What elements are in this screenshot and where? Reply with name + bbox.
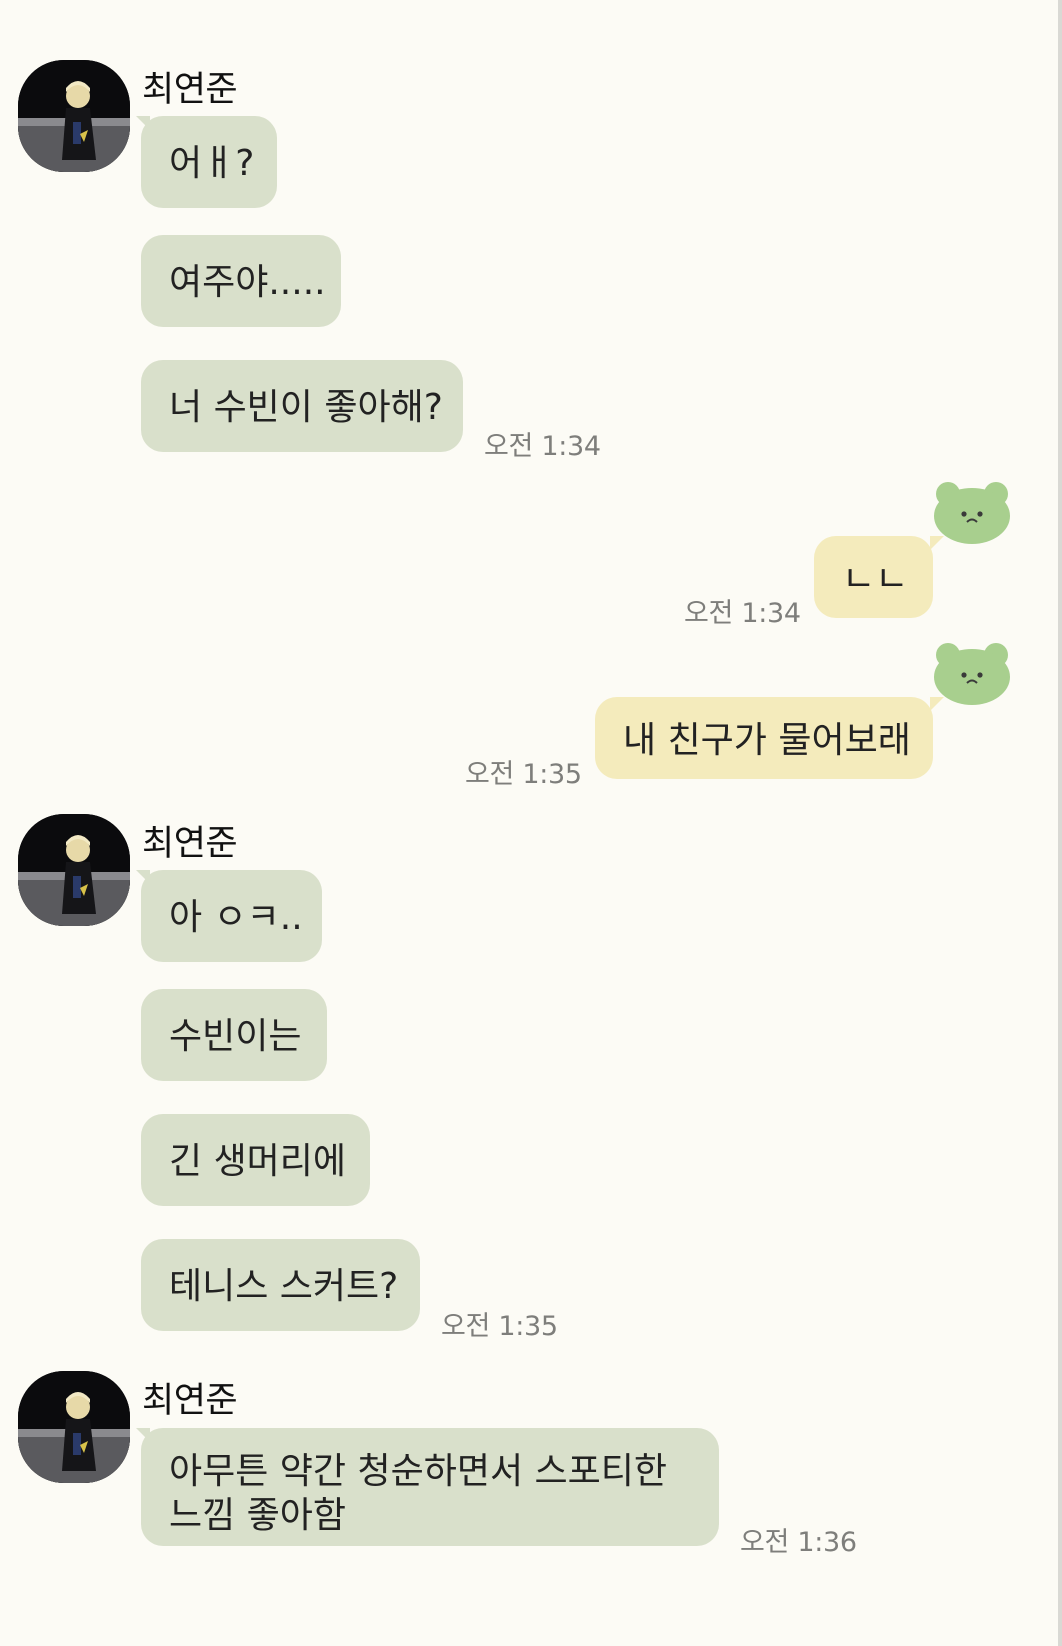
- avatar[interactable]: [18, 814, 130, 926]
- profile-photo: [18, 60, 130, 172]
- bubble-tail: [930, 697, 944, 711]
- message-timestamp: 오전 1:36: [740, 1527, 857, 1558]
- message-timestamp: 오전 1:35: [441, 1311, 558, 1342]
- message-timestamp: 오전 1:35: [465, 759, 582, 790]
- sender-name: 최연준: [142, 1381, 238, 1421]
- green-bear-icon[interactable]: [932, 641, 1012, 707]
- profile-photo: [18, 1371, 130, 1483]
- message-bubble[interactable]: 내 친구가 물어보래: [595, 697, 933, 779]
- message-bubble[interactable]: 긴 생머리에: [141, 1114, 370, 1206]
- message-bubble[interactable]: 아 ㅇㅋ..: [141, 870, 322, 962]
- message-bubble[interactable]: 테니스 스커트?: [141, 1239, 420, 1331]
- message-bubble[interactable]: 어ㅐ?: [141, 116, 277, 208]
- bubble-tail: [930, 536, 944, 550]
- message-bubble[interactable]: 여주야.....: [141, 235, 341, 327]
- message-timestamp: 오전 1:34: [484, 431, 601, 462]
- message-timestamp: 오전 1:34: [684, 598, 801, 629]
- message-bubble[interactable]: 수빈이는: [141, 989, 327, 1081]
- message-bubble[interactable]: 너 수빈이 좋아해?: [141, 360, 463, 452]
- sender-name: 최연준: [142, 70, 238, 110]
- green-bear-icon[interactable]: [932, 480, 1012, 546]
- profile-photo: [18, 814, 130, 926]
- message-bubble[interactable]: ㄴㄴ: [814, 536, 933, 618]
- message-bubble[interactable]: 아무튼 약간 청순하면서 스포티한 느낌 좋아함: [141, 1428, 719, 1546]
- sender-name: 최연준: [142, 824, 238, 864]
- avatar[interactable]: [18, 60, 130, 172]
- avatar[interactable]: [18, 1371, 130, 1483]
- screen-edge: [1058, 0, 1062, 1646]
